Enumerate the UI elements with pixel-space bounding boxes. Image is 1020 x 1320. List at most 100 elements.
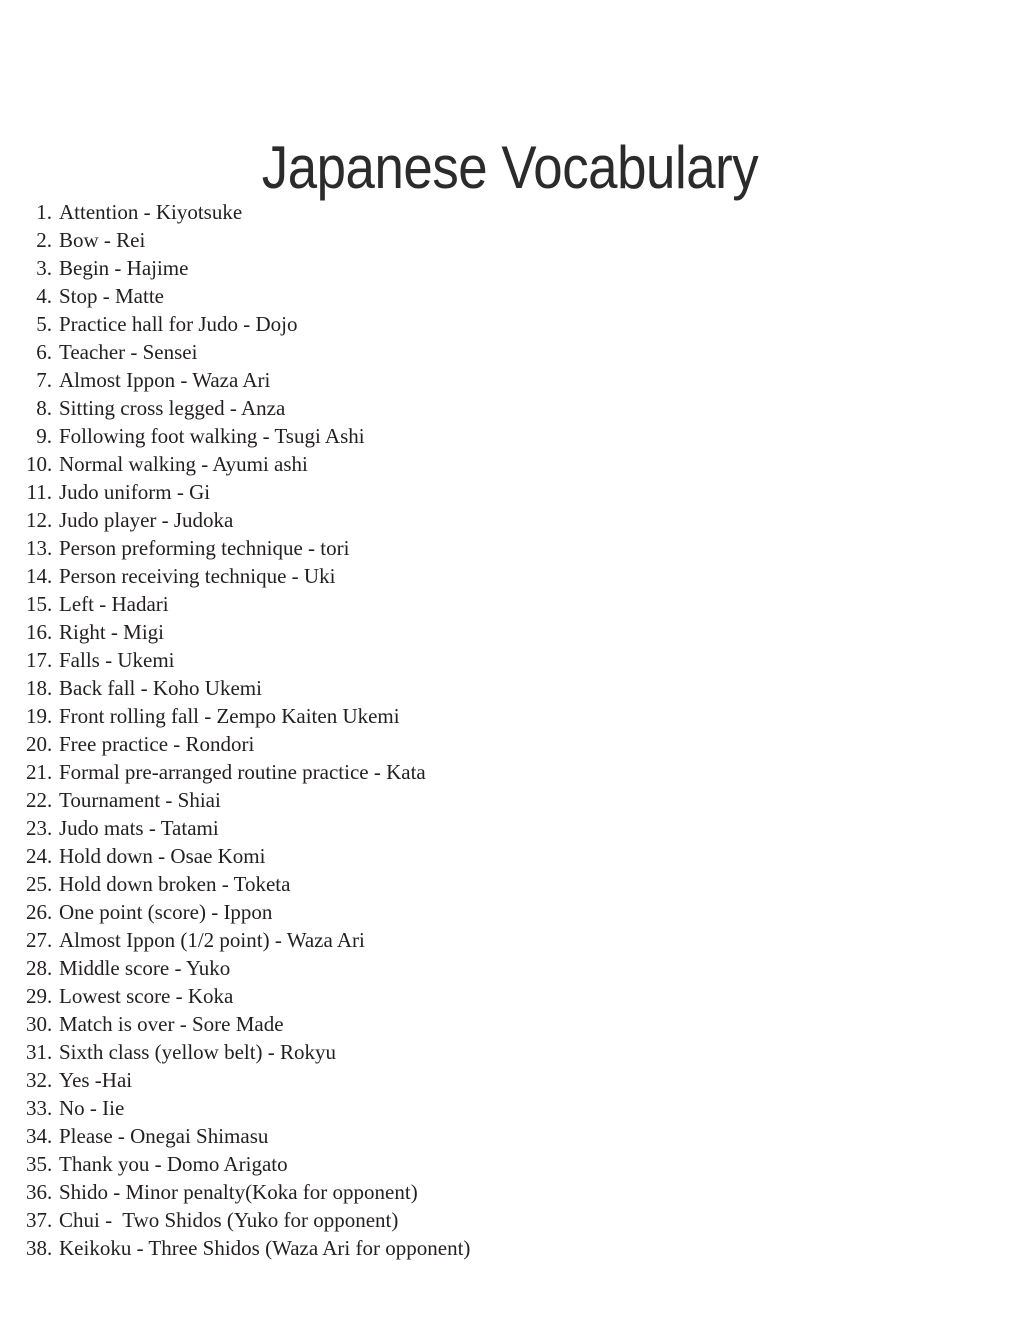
list-item-text: Please - Onegai Shimasu <box>59 1124 269 1148</box>
list-item-number: 21. <box>26 760 53 784</box>
list-item-text: Falls - Ukemi <box>59 648 175 672</box>
list-item: 21. Formal pre-arranged routine practice … <box>0 758 1020 786</box>
list-item-number: 14. <box>26 564 53 588</box>
list-item-text: Stop - Matte <box>59 284 164 308</box>
list-item-number: 13. <box>26 536 53 560</box>
list-item-text: Shido - Minor penalty(Koka for opponent) <box>59 1180 418 1204</box>
list-item-text: Judo uniform - Gi <box>59 480 211 504</box>
list-item-number: 12. <box>26 508 53 532</box>
list-item-text: Free practice - Rondori <box>59 732 255 756</box>
list-item: 19. Front rolling fall - Zempo Kaiten Uke… <box>0 702 1020 730</box>
list-item: 13. Person preforming technique - tori <box>0 534 1020 562</box>
list-item-number: 20. <box>26 732 53 756</box>
list-item: 31. Sixth class (yellow belt) - Rokyu <box>0 1038 1020 1066</box>
list-item: 30. Match is over - Sore Made <box>0 1010 1020 1038</box>
list-item-number: 4. <box>36 284 52 308</box>
list-item: 9. Following foot walking - Tsugi Ashi <box>0 422 1020 450</box>
list-item: 8. Sitting cross legged - Anza <box>0 394 1020 422</box>
list-item-text: Sixth class (yellow belt) - Rokyu <box>59 1040 337 1064</box>
list-item-text: Person preforming technique - tori <box>59 536 350 560</box>
list-item-text: Following foot walking - Tsugi Ashi <box>59 424 365 448</box>
list-item: 24. Hold down - Osae Komi <box>0 842 1020 870</box>
list-item-number: 26. <box>26 900 53 924</box>
list-item: 25. Hold down broken - Toketa <box>0 870 1020 898</box>
list-item-text: Match is over - Sore Made <box>59 1012 284 1036</box>
list-item: 17. Falls - Ukemi <box>0 646 1020 674</box>
list-item-text: No - Iie <box>59 1096 125 1120</box>
list-item-number: 38. <box>26 1236 53 1260</box>
list-item-text: Attention - Kiyotsuke <box>59 200 243 224</box>
list-item: 4. Stop - Matte <box>0 282 1020 310</box>
list-item-number: 1. <box>36 200 52 224</box>
list-item-number: 22. <box>26 788 53 812</box>
list-item-number: 33. <box>26 1096 53 1120</box>
list-item-text: Thank you - Domo Arigato <box>59 1152 288 1176</box>
list-item-number: 31. <box>26 1040 53 1064</box>
list-item-number: 5. <box>36 312 52 336</box>
list-item: 1. Attention - Kiyotsuke <box>0 198 1020 226</box>
list-item-text: Lowest score - Koka <box>59 984 234 1008</box>
page-title: Japanese Vocabulary <box>261 134 759 202</box>
list-item: 32. Yes -Hai <box>0 1066 1020 1094</box>
list-item: 38. Keikoku - Three Shidos (Waza Ari for … <box>0 1234 1020 1262</box>
list-item-text: Judo player - Judoka <box>59 508 234 532</box>
list-item-text: Back fall - Koho Ukemi <box>59 676 262 700</box>
list-item-text: Tournament - Shiai <box>59 788 221 812</box>
list-item-text: Practice hall for Judo - Dojo <box>59 312 298 336</box>
list-item: 5. Practice hall for Judo - Dojo <box>0 310 1020 338</box>
list-item-text: Chui - Two Shidos (Yuko for opponent) <box>59 1208 399 1232</box>
list-item: 27. Almost Ippon (1/2 point) - Waza Ari <box>0 926 1020 954</box>
list-item-text: Hold down - Osae Komi <box>59 844 266 868</box>
list-item: 29. Lowest score - Koka <box>0 982 1020 1010</box>
list-item-number: 11. <box>26 480 52 504</box>
list-item-text: Sitting cross legged - Anza <box>59 396 286 420</box>
list-item: 11. Judo uniform - Gi <box>0 478 1020 506</box>
list-item-text: Yes -Hai <box>59 1068 133 1092</box>
list-item-text: Left - Hadari <box>59 592 169 616</box>
list-item: 16. Right - Migi <box>0 618 1020 646</box>
list-item-text: Normal walking - Ayumi ashi <box>59 452 308 476</box>
list-item-number: 17. <box>26 648 53 672</box>
list-item-text: Formal pre-arranged routine practice - K… <box>59 760 426 784</box>
list-item-number: 29. <box>26 984 53 1008</box>
list-item-number: 30. <box>26 1012 53 1036</box>
list-item: 10. Normal walking - Ayumi ashi <box>0 450 1020 478</box>
list-item-number: 15. <box>26 592 53 616</box>
list-item: 36. Shido - Minor penalty(Koka for oppone… <box>0 1178 1020 1206</box>
list-item: 22. Tournament - Shiai <box>0 786 1020 814</box>
list-item-number: 7. <box>36 368 52 392</box>
list-item-number: 19. <box>26 704 53 728</box>
list-item: 33. No - Iie <box>0 1094 1020 1122</box>
list-item: 20. Free practice - Rondori <box>0 730 1020 758</box>
list-item-number: 23. <box>26 816 53 840</box>
list-item-number: 6. <box>36 340 52 364</box>
list-item: 7. Almost Ippon - Waza Ari <box>0 366 1020 394</box>
list-item-number: 2. <box>36 228 52 252</box>
list-item-number: 28. <box>26 956 53 980</box>
list-item: 23. Judo mats - Tatami <box>0 814 1020 842</box>
list-item-number: 10. <box>26 452 53 476</box>
list-item-number: 25. <box>26 872 53 896</box>
list-item-text: Right - Migi <box>59 620 165 644</box>
list-item-number: 36. <box>26 1180 53 1204</box>
list-item: 6. Teacher - Sensei <box>0 338 1020 366</box>
list-item-text: One point (score) - Ippon <box>59 900 273 924</box>
list-item: 37. Chui - Two Shidos (Yuko for opponent) <box>0 1206 1020 1234</box>
list-item: 18. Back fall - Koho Ukemi <box>0 674 1020 702</box>
list-item-number: 32. <box>26 1068 53 1092</box>
list-item-number: 35. <box>26 1152 53 1176</box>
list-item-text: Bow - Rei <box>59 228 146 252</box>
list-item-text: Keikoku - Three Shidos (Waza Ari for opp… <box>59 1236 471 1260</box>
list-item: 28. Middle score - Yuko <box>0 954 1020 982</box>
list-item-text: Judo mats - Tatami <box>59 816 219 840</box>
list-item-text: Begin - Hajime <box>59 256 189 280</box>
list-item-text: Hold down broken - Toketa <box>59 872 291 896</box>
list-item-number: 34. <box>26 1124 53 1148</box>
list-item-text: Almost Ippon (1/2 point) - Waza Ari <box>59 928 365 952</box>
list-item-text: Middle score - Yuko <box>59 956 231 980</box>
list-item-number: 9. <box>36 424 52 448</box>
list-item: 14. Person receiving technique - Uki <box>0 562 1020 590</box>
list-item: 3. Begin - Hajime <box>0 254 1020 282</box>
list-item: 34. Please - Onegai Shimasu <box>0 1122 1020 1150</box>
list-item-text: Teacher - Sensei <box>59 340 198 364</box>
